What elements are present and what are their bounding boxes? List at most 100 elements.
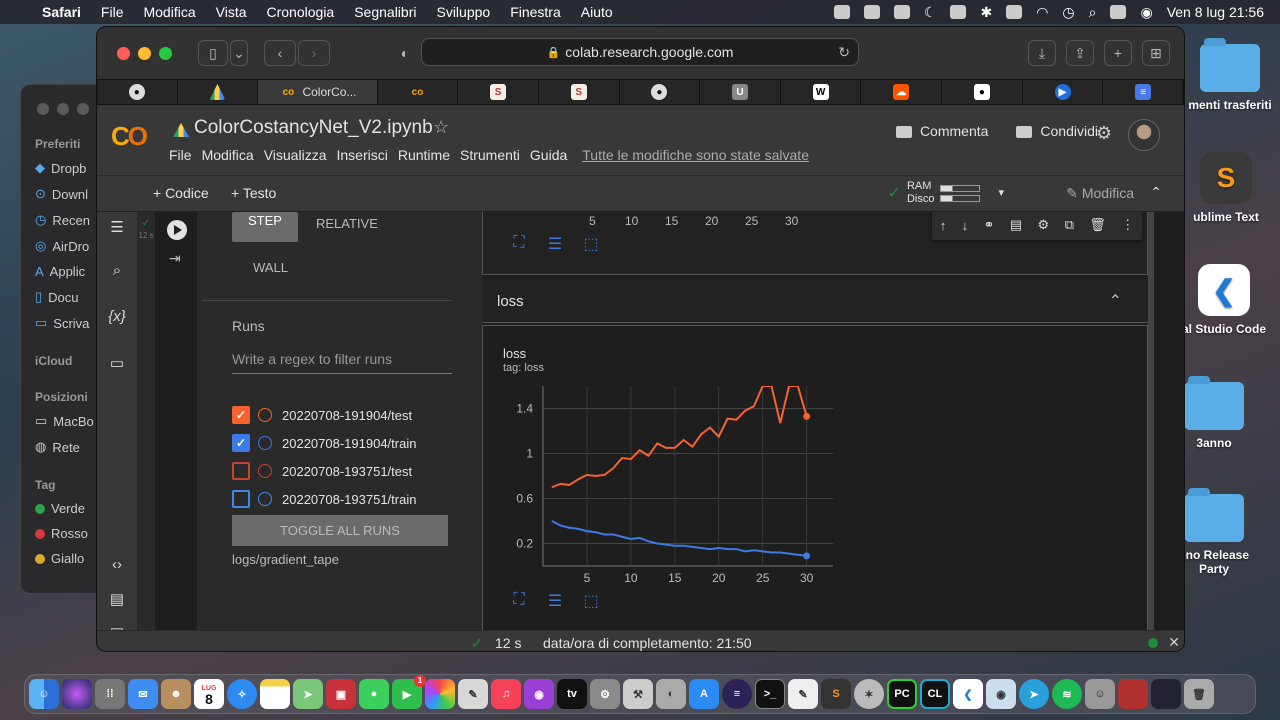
mirror-cell-icon[interactable]: ⧉	[1065, 217, 1074, 233]
screen-dock-icon[interactable]	[1151, 679, 1181, 709]
folder-icon[interactable]: ▭	[108, 354, 126, 372]
screen-icon[interactable]	[950, 5, 967, 19]
code-snippets-icon[interactable]: ‹›	[108, 556, 126, 573]
link-icon[interactable]: ⚭	[984, 217, 995, 233]
tab-wikipedia[interactable]: W	[781, 80, 862, 104]
add-text-button[interactable]: + Testo	[231, 185, 276, 201]
podcasts-dock-icon[interactable]: ◉	[524, 679, 554, 709]
telegram-dock-icon[interactable]: ➤	[1019, 679, 1049, 709]
more-icon[interactable]: ⋮	[1121, 217, 1134, 233]
tab-u[interactable]: U	[700, 80, 781, 104]
safari-dock-icon[interactable]: ✧	[227, 679, 257, 709]
colab-menu-modifica[interactable]: Modifica	[202, 147, 254, 163]
tab-docs[interactable]: ≡	[1103, 80, 1184, 104]
toc-icon[interactable]: ☰	[108, 218, 126, 236]
privacy-shield-icon[interactable]: ◐	[392, 40, 418, 66]
automator-dock-icon[interactable]: ⚒	[623, 679, 653, 709]
close-button[interactable]	[117, 46, 130, 60]
color-swatch-icon[interactable]	[258, 492, 272, 506]
resource-monitor[interactable]: ✓ RAM Disco ▾	[888, 180, 1004, 206]
menu-vista[interactable]: Vista	[216, 4, 247, 20]
comment-icon[interactable]: ▤	[1010, 217, 1022, 233]
notes-dock-icon[interactable]	[260, 679, 290, 709]
tab-group-dropdown[interactable]: ⌄	[230, 40, 248, 66]
fit-domain-icon[interactable]: ⬚	[581, 591, 601, 611]
downloads-button[interactable]: ⤓	[1028, 40, 1056, 66]
run-item[interactable]: ✓ 20220708-191904/train	[232, 434, 416, 452]
runs-regex-filter-input[interactable]: Write a regex to filter runs	[232, 348, 452, 374]
tab-colab[interactable]: co	[378, 80, 459, 104]
desktop-app-vscode[interactable]: ❮ al Studio Code	[1176, 264, 1272, 336]
xaxis-step-button[interactable]: STEP	[232, 212, 298, 242]
minimize-button[interactable]	[138, 46, 151, 60]
photo-dock-icon[interactable]	[1118, 679, 1148, 709]
fullscreen-icon[interactable]: ⛶	[509, 234, 529, 254]
dropbox-icon[interactable]	[833, 5, 850, 19]
system-prefs-dock-icon[interactable]: ⚙	[590, 679, 620, 709]
finder-minimize-button[interactable]	[57, 103, 69, 115]
settings-gear-icon[interactable]: ⚙	[1096, 123, 1112, 144]
chevron-up-icon[interactable]: ⌃	[1150, 184, 1162, 201]
fullscreen-icon[interactable]: ⛶	[509, 591, 529, 611]
preview-eye-dock-icon[interactable]: ◉	[986, 679, 1016, 709]
star-icon[interactable]: ☆	[433, 117, 449, 138]
pycharm-dock-icon[interactable]: PC	[887, 679, 917, 709]
color-swatch-icon[interactable]	[258, 464, 272, 478]
menu-app-safari[interactable]: Safari	[42, 4, 81, 20]
menu-cronologia[interactable]: Cronologia	[267, 4, 335, 20]
sublime-dock-icon[interactable]: S	[821, 679, 851, 709]
cloud-icon[interactable]	[893, 5, 910, 19]
run-cell-button[interactable]	[167, 220, 187, 240]
tab-google-drive[interactable]	[178, 80, 259, 104]
tab-overview-button[interactable]: ⊞	[1142, 40, 1170, 66]
new-tab-button[interactable]: +	[1104, 40, 1132, 66]
mail-dock-icon[interactable]: ✉	[128, 679, 158, 709]
music-dock-icon[interactable]: ♫	[491, 679, 521, 709]
messages-dock-icon[interactable]: ●	[359, 679, 389, 709]
colab-menu-runtime[interactable]: Runtime	[398, 147, 450, 163]
toggle-y-log-icon[interactable]: ☰	[545, 234, 565, 254]
toggle-all-runs-button[interactable]: TOGGLE ALL RUNS	[232, 515, 448, 546]
run-item[interactable]: ✓ 20220708-191904/test	[232, 406, 412, 424]
move-down-icon[interactable]: ↓	[962, 218, 969, 233]
contacts-dock-icon[interactable]: ☻	[161, 679, 191, 709]
command-palette-icon[interactable]: ▤	[108, 590, 126, 608]
run-item[interactable]: 20220708-193751/train	[232, 490, 416, 508]
output-menu-icon[interactable]: ⇥	[169, 250, 181, 267]
preview-dock-icon[interactable]: ✎	[458, 679, 488, 709]
launchpad-dock-icon[interactable]: ⁞⁞	[95, 679, 125, 709]
colab-menu-visualizza[interactable]: Visualizza	[264, 147, 327, 163]
tab-github-2[interactable]: ●	[620, 80, 701, 104]
vscode-dock-icon[interactable]: ❮	[953, 679, 983, 709]
output-scrollbar[interactable]	[1148, 212, 1154, 630]
activity-icon[interactable]	[863, 5, 880, 19]
close-icon[interactable]: ✕	[1168, 634, 1180, 651]
desktop-folder-trasferiti[interactable]: menti trasferiti	[1182, 38, 1278, 112]
utility-dock-icon[interactable]: ✶	[854, 679, 884, 709]
disk-utility-dock-icon[interactable]: ◐	[656, 679, 686, 709]
delete-icon[interactable]: 🗑	[1089, 217, 1106, 233]
menu-finestra[interactable]: Finestra	[510, 4, 561, 20]
siri-dock-icon[interactable]	[62, 679, 92, 709]
spotify-dock-icon[interactable]: ≋	[1052, 679, 1082, 709]
colab-menu-inserisci[interactable]: Inserisci	[336, 147, 387, 163]
share-button[interactable]: ⇪	[1066, 40, 1094, 66]
forward-button[interactable]: ›	[298, 40, 330, 66]
maps-dock-icon[interactable]: ➤	[293, 679, 323, 709]
facetime-dock-icon[interactable]: ▶ 1	[392, 675, 426, 709]
fit-domain-icon[interactable]: ⬚	[581, 234, 601, 254]
tab-medium[interactable]: ●	[942, 80, 1023, 104]
colab-menu-strumenti[interactable]: Strumenti	[460, 147, 520, 163]
loss-chart[interactable]: 0.2 0.6 1 1.4 5 10 15 20 25 30	[483, 326, 1149, 630]
tab-scribd-2[interactable]: S	[539, 80, 620, 104]
notebook-title[interactable]: ColorCostancyNet_V2.ipynb	[194, 117, 433, 139]
moon-icon[interactable]: ☾	[924, 4, 937, 21]
finder-dock-icon[interactable]: ☺	[29, 679, 59, 709]
gear-icon[interactable]: ⚙	[1038, 217, 1050, 233]
menu-segnalibri[interactable]: Segnalibri	[354, 4, 416, 20]
tab-github[interactable]: ●	[97, 80, 178, 104]
menu-modifica[interactable]: Modifica	[143, 4, 195, 20]
calendar-dock-icon[interactable]: LUG 8	[194, 679, 224, 709]
reload-icon[interactable]: ↻	[838, 44, 850, 61]
xaxis-relative-button[interactable]: RELATIVE	[316, 216, 378, 231]
